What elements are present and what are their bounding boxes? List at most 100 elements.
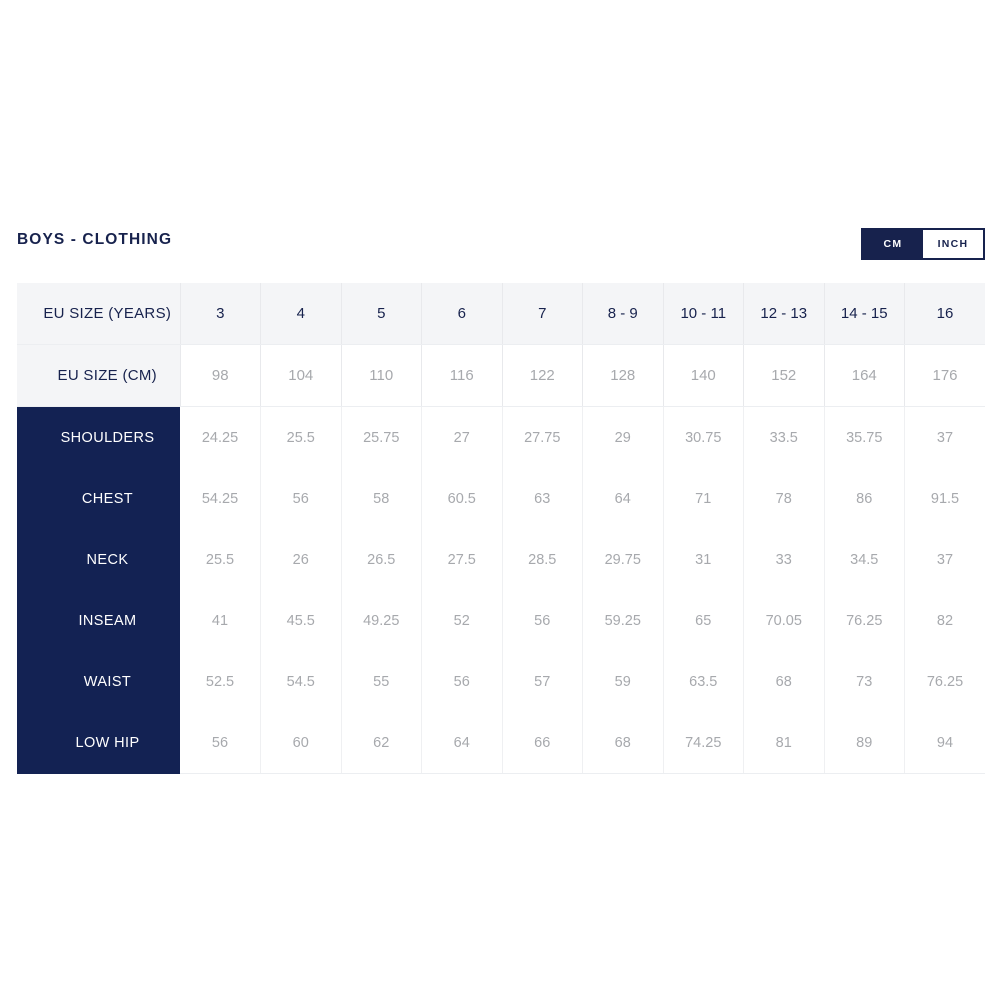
table-row: INSEAM 41 45.5 49.25 52 56 59.25 65 70.0… bbox=[17, 590, 985, 651]
chart-header: BOYS - CLOTHING CM INCH bbox=[17, 225, 985, 267]
unit-option-cm[interactable]: CM bbox=[863, 230, 923, 258]
data-cell: 58 bbox=[341, 468, 422, 529]
size-table-container: EU SIZE (YEARS) 3 4 5 6 7 8 - 9 10 - 11 … bbox=[17, 283, 985, 774]
header-cell-years: 14 - 15 bbox=[824, 283, 905, 345]
table-header-row-years: EU SIZE (YEARS) 3 4 5 6 7 8 - 9 10 - 11 … bbox=[17, 283, 985, 345]
data-cell: 41 bbox=[180, 590, 261, 651]
data-cell: 26 bbox=[260, 529, 342, 590]
data-cell: 81 bbox=[743, 712, 825, 774]
data-cell: 37 bbox=[904, 529, 985, 590]
data-cell: 71 bbox=[663, 468, 744, 529]
data-cell: 27.5 bbox=[421, 529, 503, 590]
data-cell: 68 bbox=[743, 651, 825, 712]
data-cell: 56 bbox=[502, 590, 583, 651]
row-label-waist: WAIST bbox=[17, 651, 180, 712]
header-cell-cm: 122 bbox=[502, 344, 583, 407]
data-cell: 54.5 bbox=[260, 651, 342, 712]
data-cell: 63.5 bbox=[663, 651, 744, 712]
data-cell: 30.75 bbox=[663, 406, 744, 468]
data-cell: 25.75 bbox=[341, 406, 422, 468]
data-cell: 37 bbox=[904, 406, 985, 468]
header-cell-years: 16 bbox=[904, 283, 985, 345]
data-cell: 31 bbox=[663, 529, 744, 590]
data-cell: 26.5 bbox=[341, 529, 422, 590]
row-label-shoulders: SHOULDERS bbox=[17, 406, 180, 468]
data-cell: 56 bbox=[421, 651, 503, 712]
data-cell: 56 bbox=[260, 468, 342, 529]
data-cell: 35.75 bbox=[824, 406, 905, 468]
data-cell: 55 bbox=[341, 651, 422, 712]
data-cell: 70.05 bbox=[743, 590, 825, 651]
header-cell-cm: 110 bbox=[341, 344, 422, 407]
data-cell: 25.5 bbox=[180, 529, 261, 590]
size-table: EU SIZE (YEARS) 3 4 5 6 7 8 - 9 10 - 11 … bbox=[17, 283, 985, 774]
header-label-eu-size-years: EU SIZE (YEARS) bbox=[17, 283, 181, 345]
data-cell: 65 bbox=[663, 590, 744, 651]
data-cell: 59 bbox=[582, 651, 664, 712]
data-cell: 91.5 bbox=[904, 468, 985, 529]
data-cell: 45.5 bbox=[260, 590, 342, 651]
header-cell-years: 10 - 11 bbox=[663, 283, 744, 345]
data-cell: 24.25 bbox=[180, 406, 261, 468]
row-label-low-hip: LOW HIP bbox=[17, 712, 180, 774]
header-cell-years: 4 bbox=[260, 283, 342, 345]
data-cell: 64 bbox=[582, 468, 664, 529]
unit-toggle[interactable]: CM INCH bbox=[861, 228, 985, 260]
data-cell: 62 bbox=[341, 712, 422, 774]
data-cell: 89 bbox=[824, 712, 905, 774]
data-cell: 64 bbox=[421, 712, 503, 774]
data-cell: 94 bbox=[904, 712, 985, 774]
table-row: WAIST 52.5 54.5 55 56 57 59 63.5 68 73 7… bbox=[17, 651, 985, 712]
data-cell: 54.25 bbox=[180, 468, 261, 529]
table-row: NECK 25.5 26 26.5 27.5 28.5 29.75 31 33 … bbox=[17, 529, 985, 590]
header-cell-cm: 176 bbox=[904, 344, 985, 407]
header-cell-cm: 116 bbox=[421, 344, 503, 407]
header-cell-years: 7 bbox=[502, 283, 583, 345]
data-cell: 59.25 bbox=[582, 590, 664, 651]
data-cell: 56 bbox=[180, 712, 261, 774]
header-cell-cm: 128 bbox=[582, 344, 664, 407]
page-title: BOYS - CLOTHING bbox=[17, 231, 173, 248]
data-cell: 49.25 bbox=[341, 590, 422, 651]
header-cell-years: 6 bbox=[421, 283, 503, 345]
data-cell: 52 bbox=[421, 590, 503, 651]
row-label-chest: CHEST bbox=[17, 468, 180, 529]
row-label-neck: NECK bbox=[17, 529, 180, 590]
data-cell: 76.25 bbox=[904, 651, 985, 712]
data-cell: 74.25 bbox=[663, 712, 744, 774]
data-cell: 29 bbox=[582, 406, 664, 468]
data-cell: 78 bbox=[743, 468, 825, 529]
unit-option-inch[interactable]: INCH bbox=[923, 230, 983, 258]
size-chart-page: BOYS - CLOTHING CM INCH EU SIZE (YEARS) … bbox=[0, 0, 1000, 1000]
header-cell-cm: 152 bbox=[743, 344, 825, 407]
data-cell: 27.75 bbox=[502, 406, 583, 468]
table-row: LOW HIP 56 60 62 64 66 68 74.25 81 89 94 bbox=[17, 712, 985, 774]
row-label-inseam: INSEAM bbox=[17, 590, 180, 651]
data-cell: 73 bbox=[824, 651, 905, 712]
data-cell: 63 bbox=[502, 468, 583, 529]
table-header-row-cm: EU SIZE (CM) 98 104 110 116 122 128 140 … bbox=[17, 344, 985, 407]
data-cell: 60 bbox=[260, 712, 342, 774]
header-cell-years: 8 - 9 bbox=[582, 283, 664, 345]
header-cell-years: 3 bbox=[180, 283, 261, 345]
header-cell-cm: 140 bbox=[663, 344, 744, 407]
data-cell: 34.5 bbox=[824, 529, 905, 590]
table-row: SHOULDERS 24.25 25.5 25.75 27 27.75 29 3… bbox=[17, 406, 985, 468]
table-row: CHEST 54.25 56 58 60.5 63 64 71 78 86 91… bbox=[17, 468, 985, 529]
header-cell-years: 12 - 13 bbox=[743, 283, 825, 345]
data-cell: 68 bbox=[582, 712, 664, 774]
data-cell: 66 bbox=[502, 712, 583, 774]
data-cell: 33.5 bbox=[743, 406, 825, 468]
data-cell: 60.5 bbox=[421, 468, 503, 529]
data-cell: 28.5 bbox=[502, 529, 583, 590]
data-cell: 86 bbox=[824, 468, 905, 529]
data-cell: 25.5 bbox=[260, 406, 342, 468]
data-cell: 76.25 bbox=[824, 590, 905, 651]
data-cell: 33 bbox=[743, 529, 825, 590]
data-cell: 29.75 bbox=[582, 529, 664, 590]
header-cell-cm: 104 bbox=[260, 344, 342, 407]
data-cell: 57 bbox=[502, 651, 583, 712]
header-cell-years: 5 bbox=[341, 283, 422, 345]
data-cell: 52.5 bbox=[180, 651, 261, 712]
data-cell: 82 bbox=[904, 590, 985, 651]
